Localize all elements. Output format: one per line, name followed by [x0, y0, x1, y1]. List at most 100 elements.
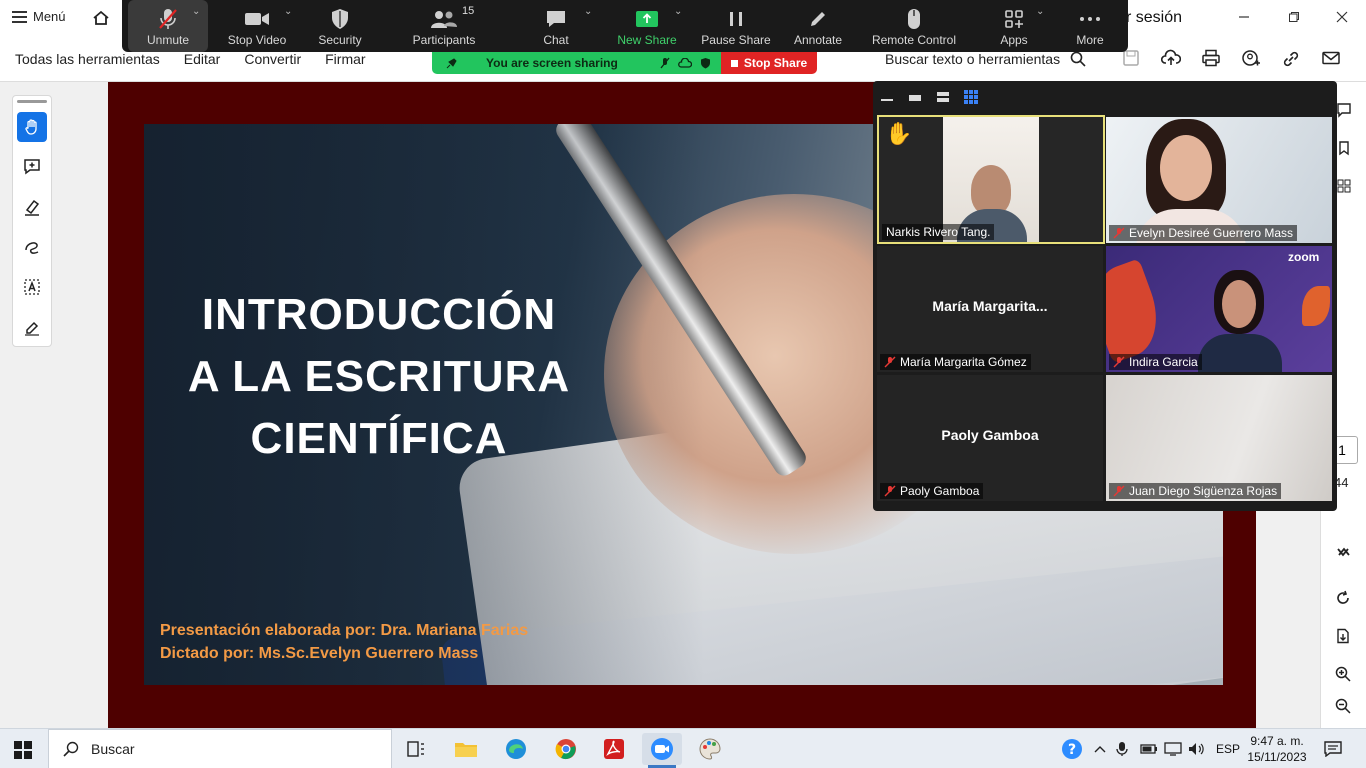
apps-options-caret[interactable]: ⌄ [1036, 6, 1044, 17]
participant-tile[interactable]: María Margarita... María Margarita Gómez [877, 246, 1103, 372]
task-view-button[interactable] [396, 733, 436, 765]
participant-tile[interactable]: Paoly Gamboa Paoly Gamboa [877, 375, 1103, 501]
security-button[interactable]: Security [308, 0, 372, 52]
chevron-down-icon [1337, 548, 1349, 557]
share-user-button[interactable] [1240, 47, 1262, 69]
chrome-app[interactable] [546, 733, 586, 765]
annotate-button[interactable]: Annotate [786, 0, 850, 52]
audio-options-caret[interactable]: ⌄ [192, 6, 200, 17]
acrobat-app[interactable] [594, 733, 634, 765]
minimize-video-button[interactable] [879, 90, 895, 104]
volume-tray[interactable] [1188, 729, 1206, 768]
mic-muted-icon [1113, 356, 1125, 368]
upload-cloud-button[interactable] [1160, 47, 1182, 69]
signin-link[interactable]: r sesión [1126, 9, 1182, 27]
participant-tile[interactable]: Juan Diego Sigüenza Rojas [1106, 375, 1332, 501]
link-button[interactable] [1280, 47, 1302, 69]
task-view-icon [407, 741, 424, 757]
screen-sharing-banner[interactable]: You are screen sharing [432, 52, 722, 74]
slide-title-line-3: CIENTÍFICA [250, 414, 508, 463]
tab-convert[interactable]: Convertir [244, 51, 301, 67]
menu-button[interactable]: Menú [12, 9, 66, 24]
wifi-tray[interactable] [1164, 729, 1182, 768]
search-icon [1070, 51, 1086, 67]
side-by-side-button[interactable] [935, 90, 951, 104]
zoom-app[interactable] [642, 733, 682, 768]
notification-center[interactable] [1324, 729, 1342, 768]
zoom-in-button[interactable] [1320, 662, 1366, 686]
language-indicator[interactable]: ESP [1216, 729, 1240, 768]
chat-options-caret[interactable]: ⌄ [584, 6, 592, 17]
tool-rail-grip[interactable] [17, 100, 47, 103]
participant-tile[interactable]: zoom Indira Garcia [1106, 246, 1332, 372]
new-share-button[interactable]: New Share [612, 0, 682, 52]
microphone-tray[interactable] [1116, 729, 1128, 768]
pause-share-button[interactable]: Pause Share [700, 0, 772, 52]
close-window-button[interactable] [1322, 5, 1362, 29]
text-recognition-tool[interactable] [17, 272, 47, 302]
add-comment-tool[interactable] [17, 152, 47, 182]
chat-bubble-icon [547, 11, 565, 27]
raised-hand-icon: ✋ [885, 121, 913, 146]
participant-display-name: Paoly Gamboa [941, 427, 1039, 443]
participant-tile[interactable]: Evelyn Desireé Guerrero Mass [1106, 117, 1332, 243]
file-explorer-app[interactable] [446, 733, 486, 765]
zoom-out-button[interactable] [1320, 694, 1366, 718]
shield-check-icon [700, 58, 710, 69]
email-button[interactable] [1320, 47, 1342, 69]
network-tray[interactable] [1140, 729, 1158, 768]
next-page-button[interactable] [1320, 540, 1366, 564]
participants-label: Participants [412, 33, 476, 47]
paint-app[interactable] [690, 733, 730, 765]
help-tray-icon[interactable]: ? [1060, 729, 1084, 768]
rotate-button[interactable] [1320, 586, 1366, 610]
tab-sign[interactable]: Firmar [325, 51, 365, 67]
taskbar-search-label: Buscar [91, 741, 135, 757]
stop-video-button[interactable]: Stop Video [222, 0, 292, 52]
highlight-tool[interactable] [17, 192, 47, 222]
stop-share-button[interactable]: Stop Share [721, 52, 817, 74]
share-options-caret[interactable]: ⌄ [674, 6, 682, 17]
edge-browser-app[interactable] [496, 733, 536, 765]
participant-name: Juan Diego Sigüenza Rojas [1129, 484, 1278, 498]
person-body [1198, 334, 1282, 372]
start-button[interactable] [14, 741, 32, 759]
restore-icon [1289, 12, 1299, 22]
more-button[interactable]: More [1070, 0, 1110, 52]
active-speaker-button[interactable] [907, 90, 923, 104]
maximize-button[interactable] [1274, 5, 1314, 29]
slide-title: INTRODUCCIÓN A LA ESCRITURA CIENTÍFICA [154, 284, 604, 470]
chat-button[interactable]: Chat [526, 0, 586, 52]
extract-page-button[interactable] [1320, 624, 1366, 648]
minimize-icon [881, 99, 893, 101]
single-view-icon [909, 95, 921, 101]
video-options-caret[interactable]: ⌄ [284, 6, 292, 17]
pause-share-label: Pause Share [701, 33, 771, 47]
folder-icon [455, 743, 477, 757]
palette-icon [699, 738, 721, 760]
draw-tool[interactable] [17, 232, 47, 262]
taskbar-clock[interactable]: 9:47 a. m. 15/11/2023 [1244, 733, 1310, 765]
home-button[interactable] [86, 4, 116, 32]
hand-tool[interactable] [17, 112, 47, 142]
gallery-view-button[interactable] [963, 90, 979, 104]
taskbar-search[interactable]: Buscar [48, 729, 392, 768]
tool-search[interactable]: Buscar texto o herramientas [885, 51, 1086, 67]
apps-button[interactable]: Apps [994, 0, 1034, 52]
pause-icon [730, 12, 742, 26]
participant-tile[interactable]: ✋ Narkis Rivero Tang. [877, 115, 1105, 244]
minimize-button[interactable] [1224, 5, 1264, 29]
tab-all-tools[interactable]: Todas las herramientas [15, 51, 160, 67]
zoom-gallery-view: ✋ Narkis Rivero Tang. Evelyn Desireé Gue… [873, 81, 1337, 511]
participant-name: Paoly Gamboa [900, 484, 980, 498]
show-hidden-icons[interactable] [1094, 729, 1106, 768]
participants-icon [431, 11, 457, 28]
link-icon [1283, 51, 1299, 67]
remote-control-button[interactable]: Remote Control [868, 0, 960, 52]
freehand-icon [25, 242, 39, 254]
zoom-in-icon [1335, 666, 1351, 682]
print-button[interactable] [1200, 47, 1222, 69]
person-face [1160, 135, 1212, 201]
tab-edit[interactable]: Editar [184, 51, 221, 67]
sign-tool[interactable] [17, 312, 47, 342]
